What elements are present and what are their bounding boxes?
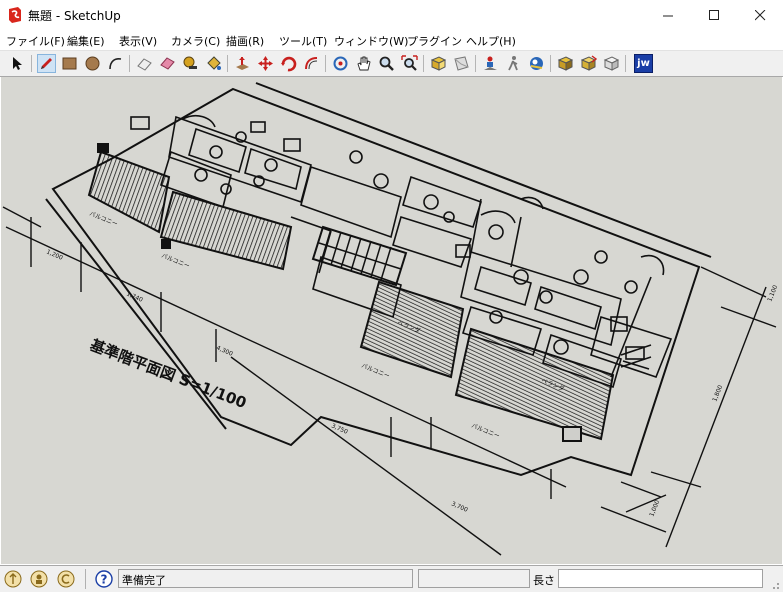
status-bar: ? 準備完了 長さ — [0, 565, 783, 592]
room-label-1: バルコニー — [88, 210, 118, 228]
pan-hand-icon — [357, 56, 371, 71]
maximize-button[interactable] — [691, 0, 737, 30]
paint-tool-button[interactable] — [204, 54, 223, 73]
rectangle-tool-button[interactable] — [60, 54, 79, 73]
status-extra-field — [418, 569, 530, 588]
dim-1: 1,200 — [45, 248, 64, 261]
menu-help[interactable]: ヘルプ(H) — [466, 33, 516, 49]
previous-view-icon — [430, 56, 447, 71]
eraser-tool-button[interactable] — [135, 54, 154, 73]
arc-tool-button[interactable] — [106, 54, 125, 73]
position-camera-icon — [484, 56, 497, 70]
look-around-icon — [530, 57, 543, 70]
jw-import-button[interactable]: jw — [634, 54, 653, 73]
orbit-tool-button[interactable] — [331, 54, 350, 73]
circle-tool-button[interactable] — [83, 54, 102, 73]
menu-file[interactable]: ファイル(F) — [6, 33, 65, 49]
position-camera-button[interactable] — [481, 54, 500, 73]
drawing-viewport[interactable]: 1,200 1,740 4,300 3,750 3,700 1,800 1,00… — [1, 77, 782, 564]
look-around-button[interactable] — [527, 54, 546, 73]
room-label-3: バルコニー — [360, 362, 390, 380]
share-component-button[interactable] — [602, 54, 621, 73]
pencil-tool-button[interactable] — [37, 54, 56, 73]
get-models-button[interactable] — [556, 54, 575, 73]
tape-measure-icon — [183, 56, 197, 69]
minimize-icon — [662, 15, 673, 16]
sketchup-logo-icon — [9, 7, 21, 23]
menu-window[interactable]: ウィンドウ(W) — [334, 33, 408, 49]
status-message: 準備完了 — [122, 574, 166, 587]
share-component-icon — [603, 56, 620, 71]
menu-edit[interactable]: 編集(E) — [67, 33, 105, 49]
svg-text:?: ? — [101, 573, 108, 587]
paint-bucket-tool-button[interactable] — [158, 54, 177, 73]
select-tool-button[interactable] — [8, 54, 27, 73]
pushpull-tool-button[interactable] — [233, 54, 252, 73]
follow-me-icon — [305, 57, 318, 70]
tape-measure-tool-button[interactable] — [181, 54, 200, 73]
menu-tools[interactable]: ツール(T) — [279, 33, 327, 49]
minimize-button[interactable] — [645, 0, 691, 30]
dim-2: 1,740 — [125, 290, 144, 303]
pencil-icon — [41, 58, 52, 69]
menu-camera[interactable]: カメラ(C) — [171, 33, 220, 49]
close-icon — [754, 9, 765, 20]
share-model-button[interactable] — [579, 54, 598, 73]
menu-bar: ファイル(F) 編集(E) 表示(V) カメラ(C) 描画(R) ツール(T) … — [0, 30, 783, 51]
next-view-icon — [454, 56, 469, 71]
menu-plugins[interactable]: プラグイン — [407, 33, 462, 49]
resize-grip-icon[interactable] — [770, 580, 780, 590]
dim-8: 1,100 — [766, 284, 779, 303]
dim-5: 3,700 — [450, 500, 469, 513]
pushpull-icon — [236, 57, 249, 70]
arc-icon — [109, 58, 122, 70]
move-icon — [258, 56, 273, 71]
zoom-extents-tool-button[interactable] — [400, 54, 419, 73]
floor-plan-drawing: 1,200 1,740 4,300 3,750 3,700 1,800 1,00… — [2, 82, 779, 556]
credits-icon[interactable] — [30, 570, 48, 588]
balcony-left — [87, 143, 293, 271]
maximize-icon — [708, 9, 719, 20]
walk-icon — [508, 56, 518, 71]
help-icon[interactable]: ? — [95, 570, 113, 588]
toolbar: jw — [0, 51, 783, 77]
menu-draw[interactable]: 描画(R) — [226, 33, 264, 49]
menu-view[interactable]: 表示(V) — [119, 33, 157, 49]
length-label: 長さ — [533, 574, 555, 587]
length-input[interactable] — [558, 569, 763, 588]
room-label-2: バルコニー — [160, 252, 190, 270]
rectangle-icon — [62, 57, 77, 70]
offset-tool-button[interactable] — [302, 54, 321, 73]
zoom-extents-icon — [401, 55, 418, 71]
warehouse-icon — [557, 56, 574, 71]
rotate-icon — [281, 56, 297, 72]
eraser-icon — [137, 58, 152, 71]
dim-3: 4,300 — [215, 344, 234, 357]
rotate-tool-button[interactable] — [279, 54, 298, 73]
share-model-icon — [580, 55, 597, 71]
pan-tool-button[interactable] — [354, 54, 373, 73]
window-title: 無題 - SketchUp — [28, 9, 121, 23]
zoom-icon — [379, 56, 394, 71]
jw-label: jw — [637, 58, 650, 69]
circle-icon — [85, 56, 100, 71]
previous-view-button[interactable] — [429, 54, 448, 73]
select-arrow-icon — [13, 57, 22, 70]
paint-bucket-icon — [207, 56, 221, 70]
title-bar: 無題 - SketchUp — [0, 0, 783, 30]
move-tool-button[interactable] — [256, 54, 275, 73]
orbit-icon — [333, 56, 348, 71]
eraser-pink-icon — [160, 57, 175, 70]
room-label-4: バルコニー — [470, 422, 500, 440]
zoom-tool-button[interactable] — [377, 54, 396, 73]
geo-location-icon[interactable] — [4, 570, 22, 588]
copyright-icon[interactable] — [57, 570, 75, 588]
walk-tool-button[interactable] — [504, 54, 523, 73]
close-button[interactable] — [737, 0, 783, 30]
next-view-button[interactable] — [452, 54, 471, 73]
